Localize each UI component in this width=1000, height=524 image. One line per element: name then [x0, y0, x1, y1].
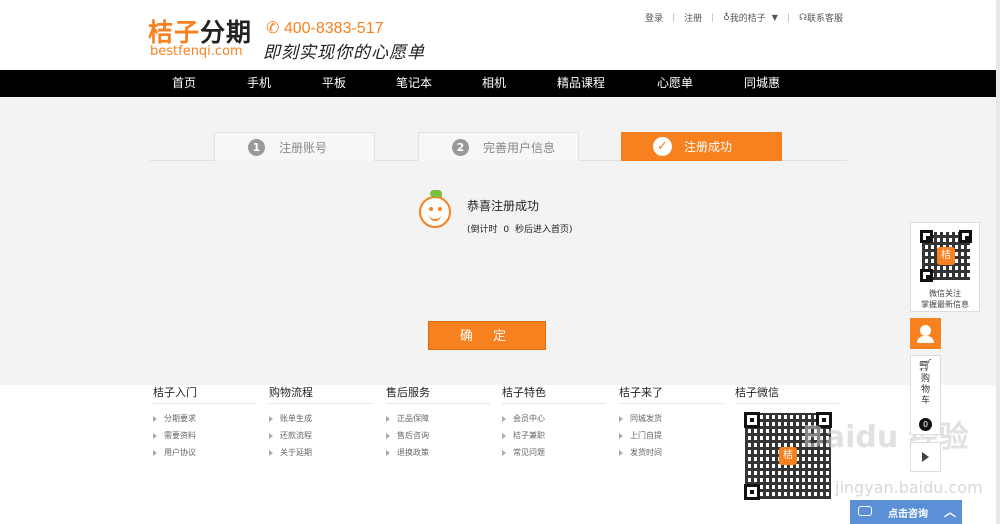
footer-link[interactable]: 需要资料 [153, 427, 257, 444]
customer-service-icon[interactable] [910, 318, 941, 349]
qr-caption-line: 掌握最新信息 [921, 300, 969, 309]
nav-home[interactable]: 首页 [172, 70, 196, 97]
contact-link[interactable]: 联系客服 [807, 11, 843, 24]
chat-icon [858, 506, 872, 516]
footer-col-features: 桔子特色 会员中心 桔子兼职 常见问题 [502, 384, 606, 461]
countdown-prefix: (倒计时 [467, 225, 498, 235]
footer-col-title: 购物流程 [269, 384, 373, 404]
footer-col-wechat: 桔子微信 [735, 384, 839, 404]
register-link[interactable]: 注册 [684, 11, 702, 24]
page-scrollbar[interactable] [996, 0, 1000, 524]
hotline: ✆ 400-8383-517 [266, 18, 384, 38]
nav-phone[interactable]: 手机 [247, 70, 271, 97]
nav-wishlist[interactable]: 心愿单 [657, 70, 693, 97]
footer-link[interactable]: 上门自提 [619, 427, 723, 444]
qr-logo: 桔 [937, 247, 955, 265]
nav-tablet[interactable]: 平板 [322, 70, 346, 97]
chevron-up-icon[interactable]: ︿ [944, 503, 956, 520]
sidebar-cart[interactable]: 🛒︎ 购物车 0 [910, 355, 941, 435]
check-icon: ✓ [653, 137, 672, 156]
footer-link[interactable]: 常见问题 [502, 444, 606, 461]
user-icon: ♁ [723, 12, 730, 23]
divider: | [711, 12, 715, 23]
footer-col-title: 桔子微信 [735, 384, 839, 404]
orange-mascot-icon [419, 190, 451, 228]
qr-logo: 桔 [779, 447, 797, 465]
login-link[interactable]: 登录 [645, 11, 663, 24]
logo-prefix: 桔子 [148, 18, 201, 47]
footer-link[interactable]: 会员中心 [502, 410, 606, 427]
countdown-suffix: 秒后进入首页) [515, 225, 573, 235]
divider: | [672, 12, 676, 23]
step-register-success: ✓ 注册成功 [621, 132, 782, 161]
nav-local-deals[interactable]: 同城惠 [744, 70, 780, 97]
footer-col-title: 售后服务 [386, 384, 490, 404]
footer-link[interactable]: 分期要求 [153, 410, 257, 427]
footer-col-title: 桔子特色 [502, 384, 606, 404]
headset-icon: ☊ [798, 12, 807, 23]
sidebar-qr-caption: 微信关注 掌握最新信息 [910, 288, 980, 310]
footer-col-arrivals: 桔子来了 同城发货 上门自提 发货时间 [619, 384, 723, 461]
my-account-link[interactable]: 我的桔子 [730, 11, 766, 24]
step-register-account: 1 注册账号 [214, 132, 375, 161]
countdown-value: 0 [503, 225, 510, 235]
qr-caption-line: 微信关注 [929, 289, 961, 298]
cart-count-badge: 0 [919, 418, 932, 431]
sidebar-expand-button[interactable] [910, 442, 941, 472]
footer-link[interactable]: 还款流程 [269, 427, 373, 444]
footer-link[interactable]: 正品保障 [386, 410, 490, 427]
step-label: 注册成功 [684, 140, 733, 154]
footer-col-title: 桔子来了 [619, 384, 723, 404]
step-complete-info: 2 完善用户信息 [418, 132, 579, 161]
step-label: 完善用户信息 [483, 140, 556, 155]
nav-camera[interactable]: 相机 [482, 70, 506, 97]
footer-link[interactable]: 用户协议 [153, 444, 257, 461]
footer-col-shopping: 购物流程 账单生成 还款流程 关于延期 [269, 384, 373, 461]
footer-col-title: 桔子入门 [153, 384, 257, 404]
success-message: 恭喜注册成功 [467, 199, 540, 213]
chevron-down-icon[interactable]: ▼ [772, 13, 778, 22]
footer-col-aftersales: 售后服务 正品保障 售后咨询 退换政策 [386, 384, 490, 461]
footer-link[interactable]: 账单生成 [269, 410, 373, 427]
cart-icon: 🛒︎ [917, 358, 934, 372]
top-links: 登录 | 注册 | ♁ 我的桔子 ▼ | ☊ 联系客服 [645, 11, 843, 25]
slogan: 即刻实现你的心愿单 [263, 43, 425, 63]
cart-label: 购物车 [920, 374, 930, 406]
footer-link[interactable]: 售后咨询 [386, 427, 490, 444]
confirm-button[interactable]: 确 定 [428, 321, 546, 350]
phone-number: 400-8383-517 [283, 20, 384, 37]
logo-suffix: 分期 [200, 18, 253, 47]
sidebar-qr-code: 桔 [918, 228, 974, 284]
consult-bar[interactable]: 点击咨询 ︿ [850, 500, 962, 524]
step-label: 注册账号 [279, 140, 328, 155]
phone-icon: ✆ [266, 20, 280, 37]
baidu-watermark-url: jingyan.baidu.com [835, 478, 983, 497]
footer-link[interactable]: 退换政策 [386, 444, 490, 461]
nav-laptop[interactable]: 笔记本 [396, 70, 432, 97]
footer-link[interactable]: 发货时间 [619, 444, 723, 461]
footer-link[interactable]: 关于延期 [269, 444, 373, 461]
footer-link[interactable]: 桔子兼职 [502, 427, 606, 444]
nav-courses[interactable]: 精品课程 [557, 70, 605, 97]
divider: | [786, 12, 790, 23]
footer-link[interactable]: 同城发货 [619, 410, 723, 427]
play-icon [922, 452, 929, 462]
footer-col-intro: 桔子入门 分期要求 需要资料 用户协议 [153, 384, 257, 461]
baidu-watermark: Baidu 经验 [802, 420, 969, 455]
logo-domain: bestfenqi.com [150, 44, 243, 59]
step-number: 1 [248, 138, 265, 156]
consult-label: 点击咨询 [888, 509, 928, 520]
redirect-countdown: (倒计时 0 秒后进入首页) [467, 222, 573, 235]
main-nav: 首页 手机 平板 笔记本 相机 精品课程 心愿单 同城惠 [0, 70, 996, 97]
step-number: 2 [452, 138, 469, 156]
